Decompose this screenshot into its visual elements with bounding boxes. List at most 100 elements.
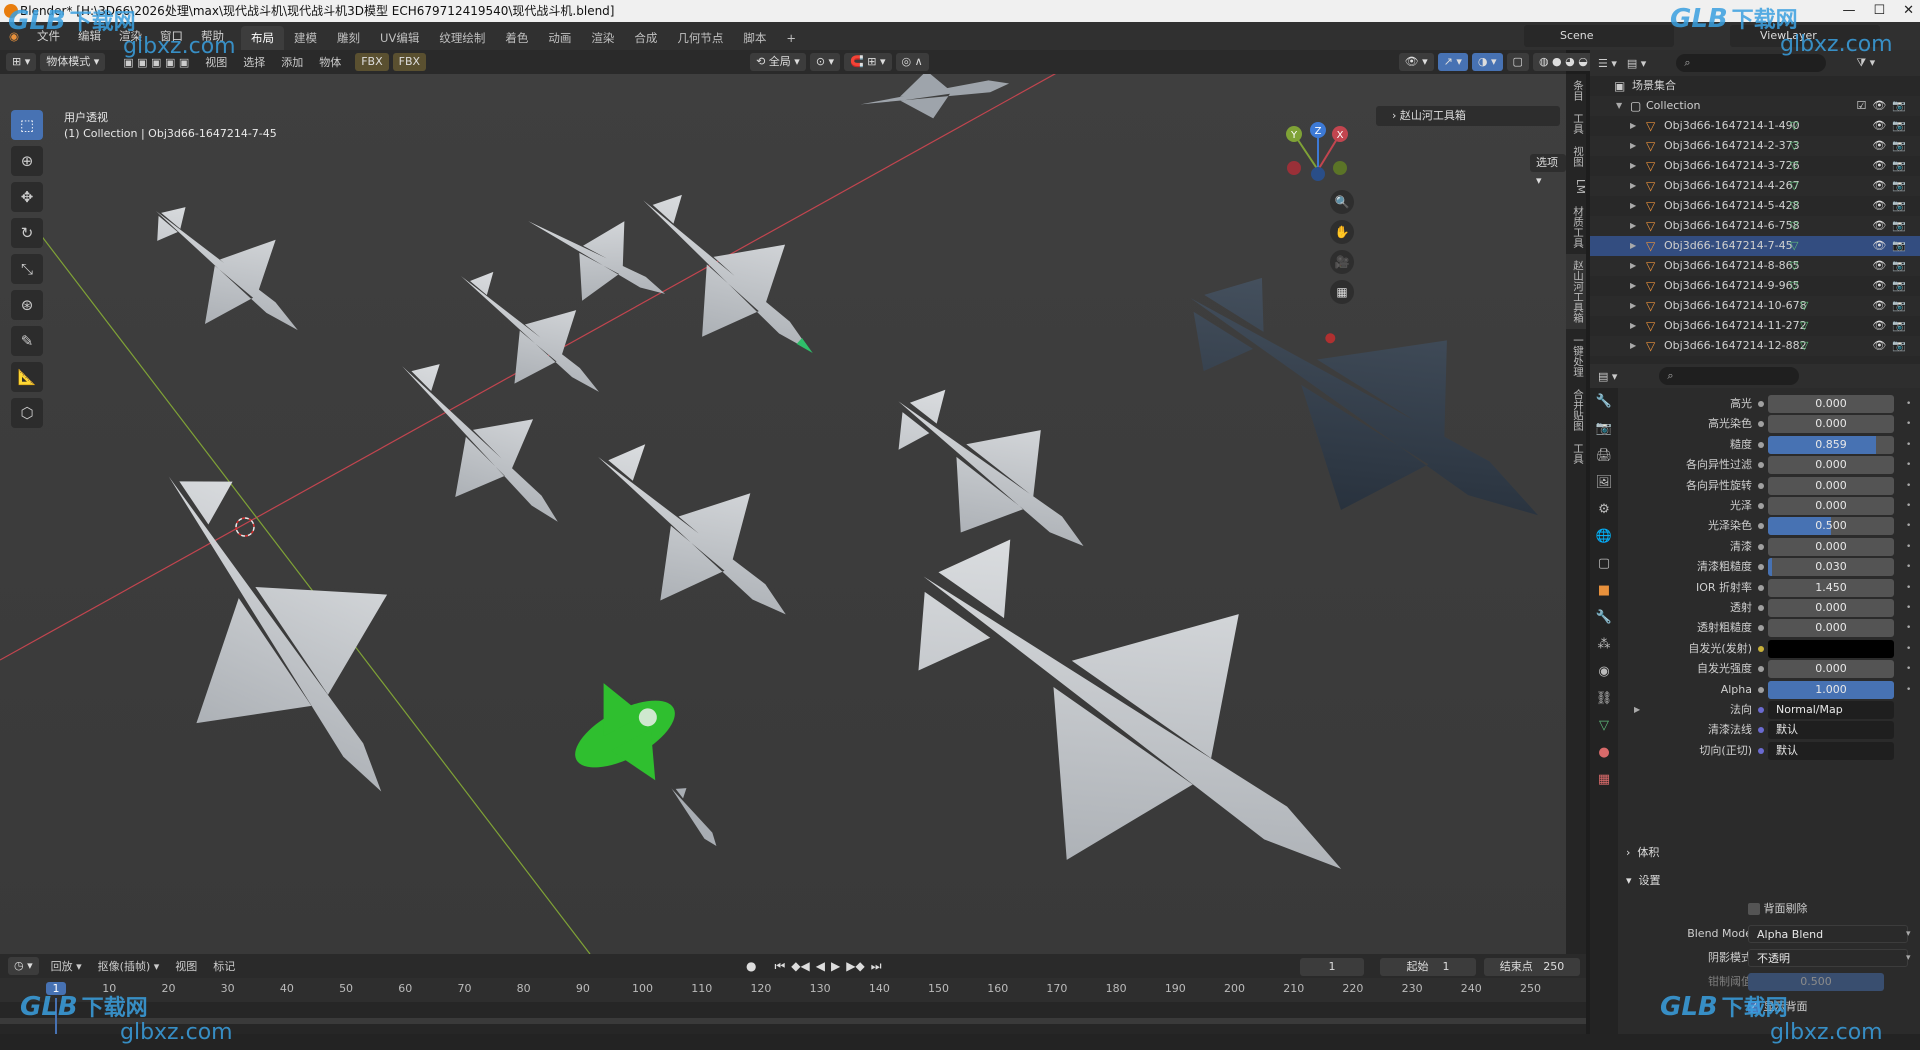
menu-playback[interactable]: 回放 ▾: [43, 958, 90, 974]
object-visibility-icons[interactable]: 👁📷: [1872, 116, 1912, 136]
mesh-data-icon[interactable]: ▽: [1790, 156, 1798, 176]
property-slider[interactable]: 0.000: [1768, 660, 1894, 679]
keyframe-dot-icon[interactable]: •: [1906, 496, 1911, 516]
object-visibility-icons[interactable]: 👁📷: [1872, 336, 1912, 356]
select-box-tool-icon[interactable]: ⬚: [11, 110, 43, 140]
keyframe-dot-icon[interactable]: •: [1906, 414, 1911, 434]
object-visibility-icons[interactable]: 👁📷: [1872, 276, 1912, 296]
socket-icon[interactable]: [1758, 645, 1764, 652]
clip-threshold-field[interactable]: 0.500: [1748, 973, 1884, 991]
menu-keying[interactable]: 抠像(插帧) ▾: [90, 958, 168, 974]
constraint-props-icon[interactable]: ⛓: [1596, 691, 1613, 706]
outliner-object-row[interactable]: ▶ ▽ Obj3d66-1647214-1-490 ▽ 👁📷: [1590, 116, 1920, 136]
outliner-object-row[interactable]: ▶ ▽ Obj3d66-1647214-7-45 ▽ 👁📷: [1590, 236, 1920, 256]
property-slider[interactable]: 1.450: [1768, 578, 1894, 597]
socket-icon[interactable]: [1758, 421, 1764, 428]
property-slider[interactable]: 0.859: [1768, 435, 1894, 454]
tab-lm[interactable]: LM: [1566, 173, 1586, 200]
keyframe-dot-icon[interactable]: •: [1906, 476, 1911, 496]
socket-icon[interactable]: [1758, 686, 1764, 693]
play-reverse-icon[interactable]: ◀: [816, 959, 825, 974]
expand-toggle-icon[interactable]: ▶: [1630, 296, 1636, 316]
expand-toggle-icon[interactable]: ▶: [1630, 116, 1636, 136]
next-keyframe-icon[interactable]: ▶◆: [846, 959, 864, 974]
keyframe-dot-icon[interactable]: •: [1906, 455, 1911, 475]
transform-orientation-selector[interactable]: ⟲ 全局 ▾: [750, 53, 806, 71]
socket-icon[interactable]: [1758, 523, 1764, 530]
section-settings[interactable]: ▾ 设置: [1626, 870, 1661, 892]
expand-toggle-icon[interactable]: ▶: [1630, 136, 1636, 156]
object-visibility-icons[interactable]: 👁📷: [1872, 176, 1912, 196]
object-visibility-icons[interactable]: 👁📷: [1872, 156, 1912, 176]
object-visibility-icons[interactable]: 👁📷: [1872, 256, 1912, 276]
jump-end-icon[interactable]: ⏭: [871, 959, 882, 974]
mesh-data-icon[interactable]: ▽: [1790, 276, 1798, 296]
socket-icon[interactable]: [1758, 441, 1764, 448]
prev-keyframe-icon[interactable]: ◆◀: [791, 959, 809, 974]
socket-icon[interactable]: [1758, 482, 1764, 489]
pivot-selector[interactable]: ⊙ ▾: [809, 53, 841, 71]
tab-uv-editing[interactable]: UV编辑: [370, 26, 429, 50]
cursor-tool-icon[interactable]: ⊕: [11, 146, 43, 176]
expand-toggle-icon[interactable]: ▶: [1630, 336, 1636, 356]
property-link-field[interactable]: 默认: [1768, 721, 1894, 740]
mesh-data-icon[interactable]: ▽: [1800, 316, 1808, 336]
object-visibility-icons[interactable]: 👁📷: [1872, 316, 1912, 336]
property-slider[interactable]: 1.000: [1768, 680, 1894, 699]
menu-marker[interactable]: 标记: [205, 958, 243, 974]
socket-icon[interactable]: [1758, 605, 1764, 611]
tab-shading[interactable]: 着色: [495, 26, 538, 50]
property-slider[interactable]: 0.000: [1768, 497, 1894, 515]
property-slider[interactable]: 0.000: [1768, 599, 1894, 617]
outliner-scene-collection[interactable]: ▣ 场景集合: [1590, 76, 1920, 96]
socket-icon[interactable]: [1758, 543, 1764, 550]
mesh-data-icon[interactable]: ▽: [1800, 296, 1808, 316]
object-props-icon[interactable]: ■: [1598, 583, 1610, 598]
collection-props-icon[interactable]: ▢: [1598, 556, 1610, 571]
keyframe-dot-icon[interactable]: •: [1906, 435, 1911, 455]
menu-select[interactable]: 选择: [235, 54, 273, 70]
expand-toggle-icon[interactable]: ▶: [1630, 276, 1636, 296]
options-button[interactable]: 选项 ▾: [1530, 154, 1566, 187]
property-link-field[interactable]: Normal/Map: [1768, 701, 1894, 719]
gizmo-toggle[interactable]: ↗ ▾: [1437, 53, 1468, 71]
object-visibility-icons[interactable]: 👁📷: [1872, 136, 1912, 156]
render-props-icon[interactable]: 📷: [1596, 421, 1612, 436]
backface-culling-checkbox[interactable]: 背面剔除: [1748, 900, 1808, 916]
outliner-object-row[interactable]: ▶ ▽ Obj3d66-1647214-9-965 ▽ 👁📷: [1590, 276, 1920, 296]
zoom-icon[interactable]: 🔍: [1330, 190, 1354, 214]
outliner-collection[interactable]: ▼ ▢ Collection ☑👁📷: [1590, 96, 1920, 116]
property-slider[interactable]: 0.000: [1768, 456, 1894, 475]
measure-tool-icon[interactable]: 📐: [11, 362, 43, 392]
output-props-icon[interactable]: 🖨: [1596, 448, 1613, 463]
menu-add[interactable]: 添加: [273, 54, 311, 70]
tab-zsh-toolbox[interactable]: 赵山河工具箱: [1566, 253, 1586, 329]
particles-props-icon[interactable]: ⁂: [1598, 637, 1611, 652]
outliner-object-row[interactable]: ▶ ▽ Obj3d66-1647214-2-373 ▽ 👁📷: [1590, 136, 1920, 156]
expand-toggle-icon[interactable]: ▶: [1630, 176, 1636, 196]
mesh-data-icon[interactable]: ▽: [1790, 116, 1798, 136]
current-frame-field[interactable]: 1: [1300, 958, 1364, 976]
outliner-object-row[interactable]: ▶ ▽ Obj3d66-1647214-10-678 ▽ 👁📷: [1590, 296, 1920, 316]
play-icon[interactable]: ▶: [831, 959, 840, 974]
overlay-toggle[interactable]: ◑ ▾: [1471, 53, 1503, 71]
mesh-data-icon[interactable]: ▽: [1800, 336, 1808, 356]
keyframe-dot-icon[interactable]: •: [1906, 578, 1911, 598]
keyframe-dot-icon[interactable]: •: [1906, 639, 1911, 659]
tab-scripting[interactable]: 脚本: [733, 26, 776, 50]
add-cube-tool-icon[interactable]: ⬡: [11, 398, 43, 428]
property-slider[interactable]: 0.030: [1768, 558, 1894, 577]
object-visibility-icons[interactable]: 👁📷: [1872, 236, 1912, 256]
outliner-editor-icon[interactable]: ☰ ▾: [1598, 57, 1617, 70]
blend-mode-select[interactable]: Alpha Blend: [1748, 925, 1908, 943]
socket-icon[interactable]: [1758, 747, 1764, 754]
properties-editor-icon[interactable]: ▤ ▾: [1598, 370, 1617, 383]
outliner-object-row[interactable]: ▶ ▽ Obj3d66-1647214-3-726 ▽ 👁📷: [1590, 156, 1920, 176]
texture-props-icon[interactable]: ▦: [1598, 772, 1610, 787]
modifier-props-icon[interactable]: 🔧: [1596, 610, 1612, 625]
proportional-editing-toggle[interactable]: ◎ ∧: [895, 53, 929, 71]
socket-icon[interactable]: [1758, 625, 1764, 632]
pan-hand-icon[interactable]: ✋: [1330, 220, 1354, 244]
toolbox-panel-header[interactable]: › 赵山河工具箱: [1376, 106, 1560, 126]
visibility-selector[interactable]: 👁 ▾: [1398, 53, 1434, 71]
